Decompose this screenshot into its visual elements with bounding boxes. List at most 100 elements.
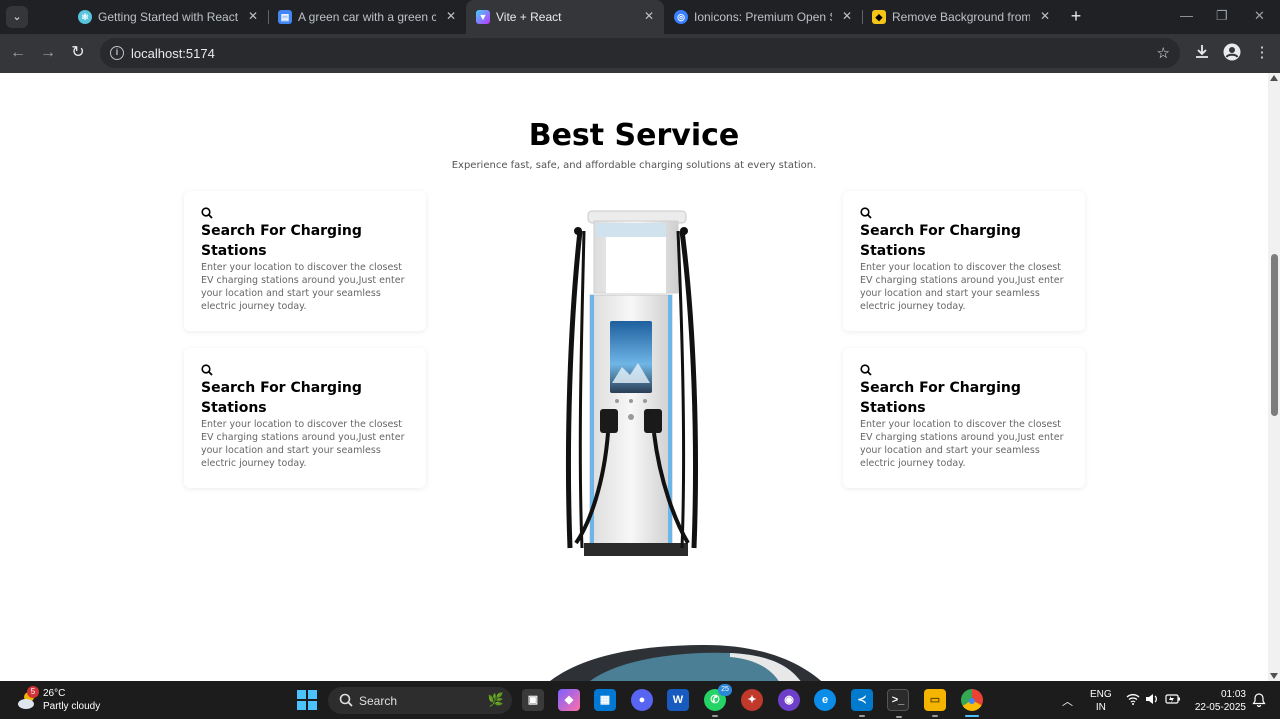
clock-date: 22-05-2025	[1194, 702, 1246, 713]
clock-time: 01:03	[1220, 689, 1246, 700]
volume-icon[interactable]	[1145, 693, 1159, 708]
edge-icon[interactable]: e	[814, 689, 836, 711]
card-title: Search For Charging Stations	[860, 380, 1021, 416]
tab-title: A green car with a green car plug	[298, 10, 436, 24]
service-card[interactable]: Search For Charging Stations Enter your …	[184, 191, 426, 331]
edge-glyph: e	[821, 694, 829, 706]
windows-logo-tile	[308, 701, 317, 710]
address-bar[interactable]: i localhost:5174 ☆	[100, 38, 1180, 68]
new-tab-button[interactable]: +	[1066, 6, 1086, 26]
word-icon[interactable]: W	[667, 689, 689, 711]
service-card[interactable]: Search For Charging Stations Enter your …	[184, 348, 426, 488]
taskbar-search[interactable]: Search 🌿	[328, 687, 512, 714]
profile-avatar-icon[interactable]	[1222, 43, 1242, 63]
running-indicator	[896, 716, 902, 718]
tab-search-button[interactable]: ⌄	[6, 6, 28, 28]
site-info-icon[interactable]: i	[110, 46, 124, 60]
start-button[interactable]	[297, 690, 317, 710]
whatsapp-icon[interactable]: ✆ 25	[704, 684, 732, 717]
windows-logo-tile	[297, 701, 306, 710]
show-hidden-icons-chevron-icon[interactable]: ︿	[1062, 693, 1073, 709]
reload-icon[interactable]: ↻	[68, 43, 88, 63]
close-tab-icon[interactable]: ✕	[644, 9, 654, 23]
search-icon	[860, 207, 872, 219]
back-icon[interactable]: ←	[8, 43, 28, 63]
card-description: Enter your location to discover the clos…	[201, 262, 405, 312]
close-tab-icon[interactable]: ✕	[446, 9, 456, 23]
scroll-up-arrow-icon[interactable]	[1270, 75, 1278, 81]
brave-icon[interactable]: ✦	[741, 689, 763, 711]
tab-title: Ionicons: Premium Open Source Icons	[694, 10, 832, 24]
search-highlight-icon: 🌿	[487, 692, 504, 707]
search-icon	[201, 207, 213, 219]
microsoft-store-icon[interactable]: ▦	[594, 689, 616, 711]
copilot-glyph: ◆	[564, 694, 574, 706]
chrome-icon[interactable]: ●	[961, 689, 983, 717]
file-explorer-icon[interactable]: ▭	[924, 689, 946, 717]
weather-temperature[interactable]: 26°C	[43, 688, 65, 699]
scrollbar-thumb[interactable]	[1271, 254, 1278, 416]
discord-icon[interactable]: ●	[631, 689, 653, 711]
card-description: Enter your location to discover the clos…	[860, 419, 1064, 469]
service-card[interactable]: Search For Charging Stations Enter your …	[843, 191, 1085, 331]
word-glyph: W	[672, 694, 684, 706]
card-title: Search For Charging Stations	[201, 380, 362, 416]
url-text[interactable]: localhost:5174	[131, 46, 215, 61]
browser-menu-icon[interactable]: ⋮	[1252, 43, 1272, 63]
browser-toolbar: ← → ↻ i localhost:5174 ☆ ⋮	[0, 34, 1280, 73]
search-label: Search	[359, 694, 398, 708]
discord-glyph: ●	[638, 694, 646, 706]
tab-strip: ⌄ ⚛ Getting Started with React ✕ ▤ A gre…	[0, 0, 1280, 34]
section-subtitle: Experience fast, safe, and affordable ch…	[451, 160, 817, 171]
vscode-glyph: ≺	[857, 694, 867, 706]
terminal-glyph: >_	[891, 694, 905, 706]
close-tab-icon[interactable]: ✕	[248, 9, 258, 23]
card-title: Search For Charging Stations	[860, 223, 1021, 259]
search-icon	[339, 693, 353, 707]
tab-title: Vite + React	[496, 10, 562, 24]
task-view-icon[interactable]: ▣	[522, 689, 544, 711]
system-clock[interactable]: 01:03 22-05-2025	[1184, 688, 1246, 714]
windows-logo-tile	[297, 690, 306, 699]
search-icon	[201, 364, 213, 376]
card-description: Enter your location to discover the clos…	[860, 262, 1064, 312]
github-glyph: ◉	[784, 694, 794, 706]
language-code: ENG	[1090, 689, 1112, 700]
page-viewport: Best Service Experience fast, safe, and …	[0, 73, 1268, 681]
maximize-icon[interactable]: ❐	[1216, 8, 1228, 24]
minimize-icon[interactable]: —	[1180, 8, 1193, 23]
ionicons-icon: ◎	[674, 10, 688, 24]
section-title: Best Service	[528, 118, 740, 153]
terminal-icon[interactable]: >_	[887, 689, 909, 718]
running-indicator	[859, 715, 865, 717]
tab-react-docs[interactable]: ⚛ Getting Started with React ✕	[68, 0, 268, 34]
whatsapp-unread-badge: 25	[718, 684, 732, 696]
vite-icon: ▼	[476, 10, 490, 24]
page-scrollbar[interactable]	[1268, 73, 1280, 681]
close-tab-icon[interactable]: ✕	[842, 9, 852, 23]
github-icon[interactable]: ◉	[778, 689, 800, 711]
notification-bell-icon[interactable]	[1252, 693, 1266, 710]
tab-green-car[interactable]: ▤ A green car with a green car plug ✕	[268, 0, 466, 34]
download-icon[interactable]	[1192, 43, 1212, 63]
close-tab-icon[interactable]: ✕	[1040, 9, 1050, 23]
weather-description[interactable]: Partly cloudy	[43, 701, 100, 712]
battery-icon[interactable]	[1165, 693, 1181, 708]
tab-vite-react[interactable]: ▼ Vite + React ✕	[466, 0, 664, 34]
language-indicator[interactable]: ENG IN	[1090, 688, 1112, 714]
copilot-icon[interactable]: ◆	[558, 689, 580, 711]
tab-ionicons[interactable]: ◎ Ionicons: Premium Open Source Icons ✕	[664, 0, 862, 34]
forward-icon[interactable]: →	[38, 43, 58, 63]
tab-title: Remove Background from Image	[892, 10, 1030, 24]
close-window-icon[interactable]: ✕	[1254, 8, 1265, 24]
running-indicator	[965, 715, 979, 717]
brave-glyph: ✦	[747, 694, 757, 706]
scroll-down-arrow-icon[interactable]	[1270, 673, 1278, 679]
tab-remove-bg[interactable]: ◆ Remove Background from Image ✕	[862, 0, 1060, 34]
bookmark-star-icon[interactable]: ☆	[1157, 44, 1170, 62]
service-card[interactable]: Search For Charging Stations Enter your …	[843, 348, 1085, 488]
vscode-icon[interactable]: ≺	[851, 689, 873, 717]
tab-title: Getting Started with React	[98, 10, 238, 24]
search-icon	[860, 364, 872, 376]
wifi-icon[interactable]	[1126, 693, 1140, 708]
